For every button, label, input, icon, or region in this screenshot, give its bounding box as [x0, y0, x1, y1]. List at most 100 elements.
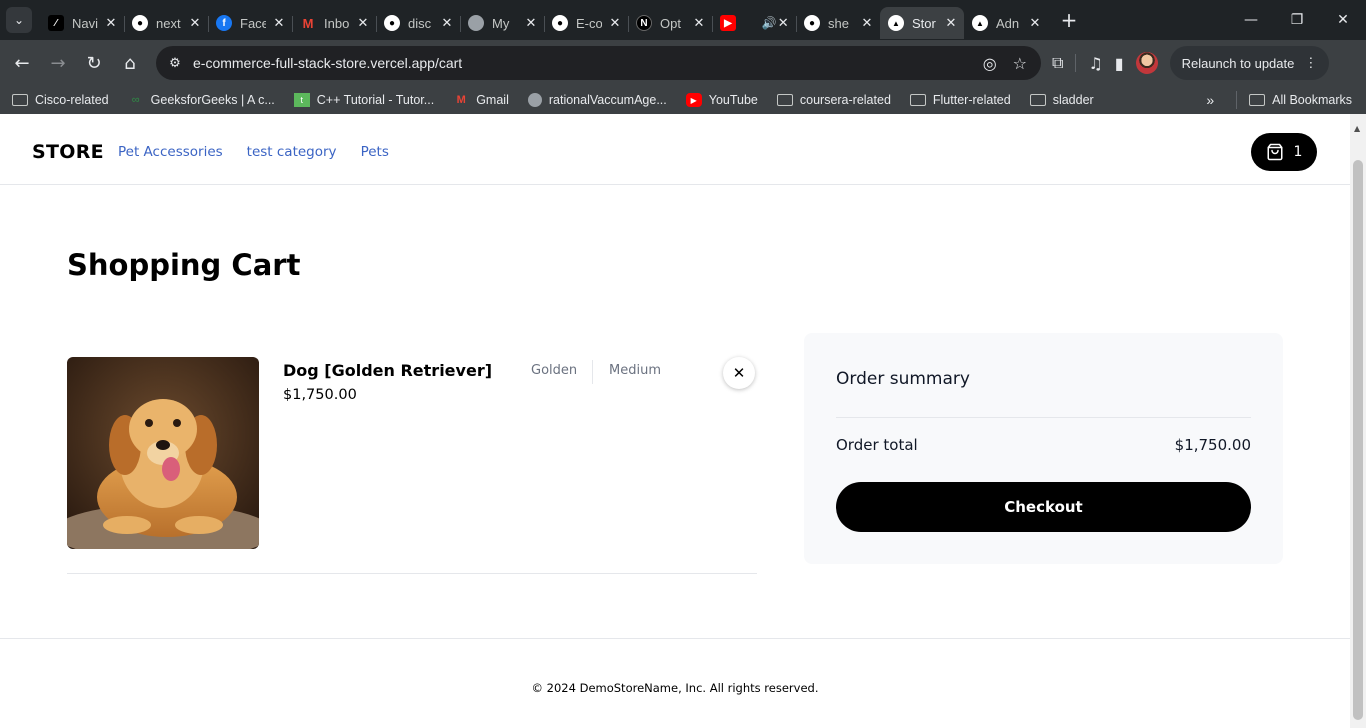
scroll-thumb[interactable]: [1353, 160, 1363, 720]
tab[interactable]: ▲ Adn ✕: [964, 7, 1048, 39]
toolbar-divider: [1075, 54, 1077, 72]
close-icon[interactable]: ✕: [1028, 15, 1042, 31]
page-scrollbar[interactable]: ▲: [1350, 114, 1366, 728]
nav-link-test-category[interactable]: test category: [247, 144, 337, 160]
bookmarks-divider: [1236, 91, 1238, 109]
close-icon[interactable]: ✕: [608, 15, 622, 31]
speaker-icon[interactable]: 🔊: [761, 16, 776, 30]
bookmark[interactable]: coursera-related: [776, 93, 891, 107]
url-text[interactable]: e-commerce-full-stack-store.vercel.app/c…: [193, 55, 462, 71]
github-icon: ●: [384, 15, 400, 31]
store-logo[interactable]: STORE: [32, 141, 104, 163]
tab[interactable]: ▶ 🔊 ✕: [712, 7, 796, 39]
close-icon[interactable]: ✕: [776, 15, 790, 31]
browser-toolbar: ← → ↻ ⌂ ⚙ e-commerce-full-stack-store.ve…: [0, 40, 1366, 86]
gmail-icon: M: [302, 15, 314, 31]
tab-search-button[interactable]: ⌄: [6, 7, 32, 33]
back-button[interactable]: ←: [4, 45, 40, 81]
facebook-icon: f: [216, 15, 232, 31]
scroll-up-icon[interactable]: ▲: [1354, 124, 1360, 133]
nav-link-pets[interactable]: Pets: [361, 144, 389, 160]
close-icon[interactable]: ✕: [860, 15, 874, 31]
bookmark[interactable]: ∞ GeeksforGeeks | A c...: [128, 93, 275, 107]
bookmark-label: C++ Tutorial - Tutor...: [316, 93, 435, 107]
tab[interactable]: ● disc ✕: [376, 7, 460, 39]
tab-title: she: [828, 15, 849, 31]
star-icon[interactable]: ☆: [1013, 54, 1027, 73]
checkout-button[interactable]: Checkout: [836, 482, 1251, 532]
side-panel-icon[interactable]: ▮: [1115, 54, 1124, 73]
vercel-icon: ▲: [888, 15, 904, 31]
tab[interactable]: ● next ✕: [124, 7, 208, 39]
bookmark-label: Cisco-related: [35, 93, 109, 107]
tab-active[interactable]: ▲ Stor ✕: [880, 7, 964, 39]
tab[interactable]: M Inbo ✕: [292, 7, 376, 39]
bookmark-label: rationalVaccumAge...: [548, 93, 667, 107]
bookmark-label: Flutter-related: [932, 93, 1011, 107]
bookmark[interactable]: Cisco-related: [12, 93, 109, 107]
product-name[interactable]: Dog [Golden Retriever]: [283, 361, 492, 380]
eye-off-icon[interactable]: ◎: [983, 54, 997, 73]
tab[interactable]: ● she ✕: [796, 7, 880, 39]
category-nav: Pet Accessories test category Pets: [118, 144, 389, 160]
tab[interactable]: f Face ✕: [208, 7, 292, 39]
relaunch-label: Relaunch to update: [1181, 55, 1295, 71]
bookmark[interactable]: rationalVaccumAge...: [527, 93, 667, 107]
bookmark-label: GeeksforGeeks | A c...: [150, 93, 275, 107]
tab-title: E-co: [576, 15, 602, 31]
product-size: Medium: [609, 363, 661, 378]
tab[interactable]: ● E-co ✕: [544, 7, 628, 39]
site-info-icon[interactable]: ⚙: [160, 50, 190, 76]
restore-button[interactable]: ❐: [1274, 0, 1320, 40]
close-icon[interactable]: ✕: [272, 15, 286, 31]
media-control-icon[interactable]: ♫: [1088, 54, 1102, 73]
tab[interactable]: ⁄ Navi ✕: [40, 7, 124, 39]
remove-item-button[interactable]: ✕: [723, 357, 755, 389]
home-button[interactable]: ⌂: [112, 45, 148, 81]
folder-icon: [12, 94, 28, 106]
reload-button[interactable]: ↻: [76, 45, 112, 81]
order-summary: Order summary Order total $1,750.00 Chec…: [804, 333, 1283, 564]
tutorial-icon: t: [293, 93, 310, 107]
bookmark[interactable]: Flutter-related: [909, 93, 1011, 107]
close-icon[interactable]: ✕: [440, 15, 454, 31]
address-bar[interactable]: ⚙ e-commerce-full-stack-store.vercel.app…: [156, 46, 1041, 80]
tab-title: Adn: [996, 15, 1020, 31]
profile-avatar[interactable]: [1135, 52, 1158, 74]
tab-list: ⁄ Navi ✕ ● next ✕ f Face ✕ M Inbo ✕ ● disc ✕ My ✕ ●…: [40, 0, 1048, 40]
bookmark-label: coursera-related: [799, 93, 891, 107]
cart-button[interactable]: 1: [1251, 133, 1317, 171]
relaunch-button[interactable]: Relaunch to update ⋮: [1169, 46, 1330, 80]
more-bookmarks-icon[interactable]: »: [1206, 92, 1214, 108]
bookmark[interactable]: sladder: [1029, 93, 1094, 107]
close-icon[interactable]: ✕: [188, 15, 202, 31]
folder-icon: [776, 94, 793, 106]
close-window-button[interactable]: ✕: [1320, 0, 1366, 40]
bookmark[interactable]: t C++ Tutorial - Tutor...: [293, 93, 435, 107]
folder-icon: [1249, 94, 1266, 106]
close-icon[interactable]: ✕: [692, 15, 706, 31]
new-tab-button[interactable]: +: [1058, 8, 1080, 32]
golden-retriever-image: [67, 357, 259, 549]
tab[interactable]: N Opt ✕: [628, 7, 712, 39]
tab-title: disc: [408, 15, 432, 31]
close-icon[interactable]: ✕: [944, 15, 958, 31]
close-icon[interactable]: ✕: [524, 15, 538, 31]
cart-count: 1: [1293, 144, 1303, 160]
close-icon[interactable]: ✕: [104, 15, 118, 31]
tab-strip: ⌄ ⁄ Navi ✕ ● next ✕ f Face ✕ M Inbo ✕ ● disc ✕ My ✕…: [0, 0, 1366, 40]
close-icon[interactable]: ✕: [356, 15, 370, 31]
more-menu-icon[interactable]: ⋮: [1304, 55, 1317, 71]
forward-button[interactable]: →: [40, 45, 76, 81]
tab-title: next: [156, 15, 181, 31]
x-logo-icon: ⁄: [48, 15, 64, 31]
all-bookmarks-button[interactable]: All Bookmarks: [1249, 93, 1352, 107]
bookmark[interactable]: ▶ YouTube: [685, 93, 758, 107]
bookmark-label: YouTube: [708, 93, 758, 107]
tab[interactable]: My ✕: [460, 7, 544, 39]
extensions-icon[interactable]: ⧉: [1052, 53, 1063, 73]
gmail-icon: M: [456, 94, 466, 106]
nav-link-pet-accessories[interactable]: Pet Accessories: [118, 144, 223, 160]
bookmark[interactable]: M Gmail: [453, 93, 509, 107]
minimize-button[interactable]: —: [1228, 0, 1274, 40]
